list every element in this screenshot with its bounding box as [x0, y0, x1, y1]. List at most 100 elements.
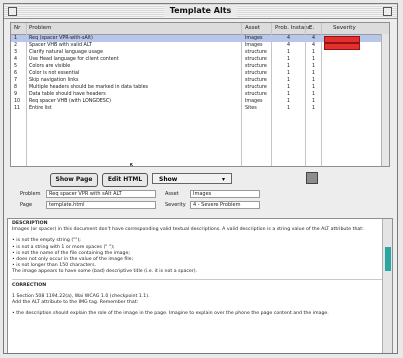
zoom-box-icon[interactable] [383, 7, 392, 16]
cell-asset: Images [245, 99, 263, 104]
window-title: Template Alts [163, 5, 238, 17]
problems-table: Nr Problem Asset Prob. Instanc E. Severi… [10, 22, 390, 167]
edit-html-button[interactable]: Edit HTML [102, 173, 148, 187]
cell-e: 1 [312, 85, 316, 90]
cell-asset: Images [245, 36, 263, 41]
cell-e: 1 [312, 106, 316, 111]
table-scrollbar[interactable] [381, 34, 389, 166]
cell-count: 1 [287, 106, 291, 111]
cell-problem: Req (spacer VPR-with-sAlt) [29, 36, 93, 41]
cell-problem: Req spacer VHB (with LONGDESC) [29, 99, 112, 104]
cell-count: 4 [287, 36, 291, 41]
cell-e: 4 [312, 43, 316, 48]
cell-problem: Spacer VHB with valid ALT [29, 43, 92, 48]
table-row[interactable]: 11 Entire list Sites 1 1 [11, 105, 389, 112]
cell-nr: 9 [14, 92, 18, 97]
cell-asset: structure [245, 64, 267, 69]
table-row[interactable]: 8 Multiple headers should be marked in da… [11, 84, 389, 91]
table-row[interactable]: 7 Skip navigation links structure 1 1 [11, 77, 389, 84]
asset-field[interactable]: Images [190, 190, 260, 198]
cell-e: 1 [312, 99, 316, 104]
column-header-problem[interactable]: Problem [29, 25, 52, 31]
cell-nr: 5 [14, 64, 18, 69]
description-scrollbar[interactable] [382, 219, 392, 353]
scroll-thumb[interactable] [385, 247, 391, 271]
cell-count: 1 [287, 92, 291, 97]
cell-asset: Sites [245, 106, 257, 111]
cell-asset: structure [245, 71, 267, 76]
cell-e: 1 [312, 71, 316, 76]
cell-nr: 11 [14, 106, 21, 111]
table-row[interactable]: 4 Use Head language for client content str… [11, 56, 389, 63]
cell-count: 1 [287, 64, 291, 69]
cell-nr: 10 [14, 99, 21, 104]
column-header-asset[interactable]: Asset [245, 25, 260, 31]
cell-problem: Color is not essential [29, 71, 80, 76]
cell-asset: structure [245, 78, 267, 83]
table-row[interactable]: 9 Data table should have headers structure… [11, 91, 389, 98]
table-row[interactable]: 3 Clarify natural language usage structure… [11, 49, 389, 56]
table-row[interactable]: 1 Req (spacer VPR-with-sAlt) Images 4 4 [11, 35, 389, 43]
problem-details: Problem Req spacer VPR with sAlt ALT Ass… [10, 190, 390, 214]
cell-count: 1 [287, 71, 291, 76]
column-header-e[interactable]: E. [309, 25, 314, 31]
cell-nr: 8 [14, 85, 18, 90]
close-box-icon[interactable] [8, 7, 17, 16]
cell-asset: structure [245, 85, 267, 90]
cell-asset: structure [245, 57, 267, 62]
table-header: Nr Problem Asset Prob. Instanc E. Severi… [11, 23, 389, 35]
cell-e: 1 [312, 57, 316, 62]
column-header-severity[interactable]: Severity [333, 25, 356, 31]
cell-e: 1 [312, 92, 316, 97]
mouse-pointer-icon: ↖ [129, 161, 136, 167]
cell-count: 1 [287, 99, 291, 104]
description-panel: DESCRIPTION Images (or spacer) in this d… [7, 218, 393, 353]
table-row[interactable]: 5 Colors are visible structure 1 1 [11, 63, 389, 70]
cell-nr: 6 [14, 71, 18, 76]
severity-label: Severity [165, 202, 186, 208]
description-intro: Images (or spacer) in this document don'… [12, 227, 364, 233]
problem-field[interactable]: Req spacer VPR with sAlt ALT [46, 190, 156, 198]
cell-asset: structure [245, 92, 267, 97]
page-field[interactable]: template.html [46, 201, 156, 209]
cell-e: 4 [312, 36, 316, 41]
page-label: Page [20, 202, 33, 208]
cell-e: 1 [312, 50, 316, 55]
cell-nr: 1 [14, 36, 18, 41]
cell-nr: 2 [14, 43, 18, 48]
problem-label: Problem [20, 191, 41, 197]
cell-nr: 4 [14, 57, 18, 62]
cell-count: 1 [287, 78, 291, 83]
table-row[interactable]: 6 Color is not essential structure 1 1 [11, 70, 389, 77]
toolbar: Show Page Edit HTML Show ▾ [10, 169, 390, 189]
severity-field[interactable]: 4 - Severe Problem [190, 201, 260, 209]
cell-e: 1 [312, 78, 316, 83]
options-button[interactable] [306, 172, 318, 184]
cell-count: 1 [287, 57, 291, 62]
description-footer: The image appears to have some (bad) des… [12, 269, 198, 275]
cell-problem: Colors are visible [29, 64, 71, 69]
show-select-label: Show [159, 176, 178, 183]
cell-count: 1 [287, 50, 291, 55]
cell-nr: 3 [14, 50, 18, 55]
cell-asset: structure [245, 50, 267, 55]
column-header-nr[interactable]: Nr [14, 25, 20, 31]
cell-problem: Clarify natural language usage [29, 50, 103, 55]
show-page-button[interactable]: Show Page [50, 173, 98, 187]
cell-problem: Multiple headers should be marked in dat… [29, 85, 149, 90]
cell-count: 1 [287, 85, 291, 90]
cell-problem: Entire list [29, 106, 52, 111]
title-bar[interactable]: Template Alts [4, 4, 397, 19]
cell-asset: Images [245, 43, 263, 48]
cell-problem: Use Head language for client content [29, 57, 119, 62]
cell-count: 4 [287, 43, 291, 48]
popup-arrow-icon: ▾ [221, 176, 225, 183]
show-select[interactable]: Show ▾ [152, 173, 232, 184]
table-row[interactable]: 10 Req spacer VHB (with LONGDESC) Images 1 1 [11, 98, 389, 105]
correction-note: • the description should explain the rol… [12, 311, 329, 317]
cell-nr: 7 [14, 78, 18, 83]
table-row[interactable]: 2 Spacer VHB with valid ALT Images 4 4 [11, 42, 389, 50]
cell-problem: Skip navigation links [29, 78, 79, 83]
template-alts-window: Template Alts Nr Problem Asset Prob. Ins… [3, 3, 398, 354]
asset-label: Asset [165, 191, 179, 197]
